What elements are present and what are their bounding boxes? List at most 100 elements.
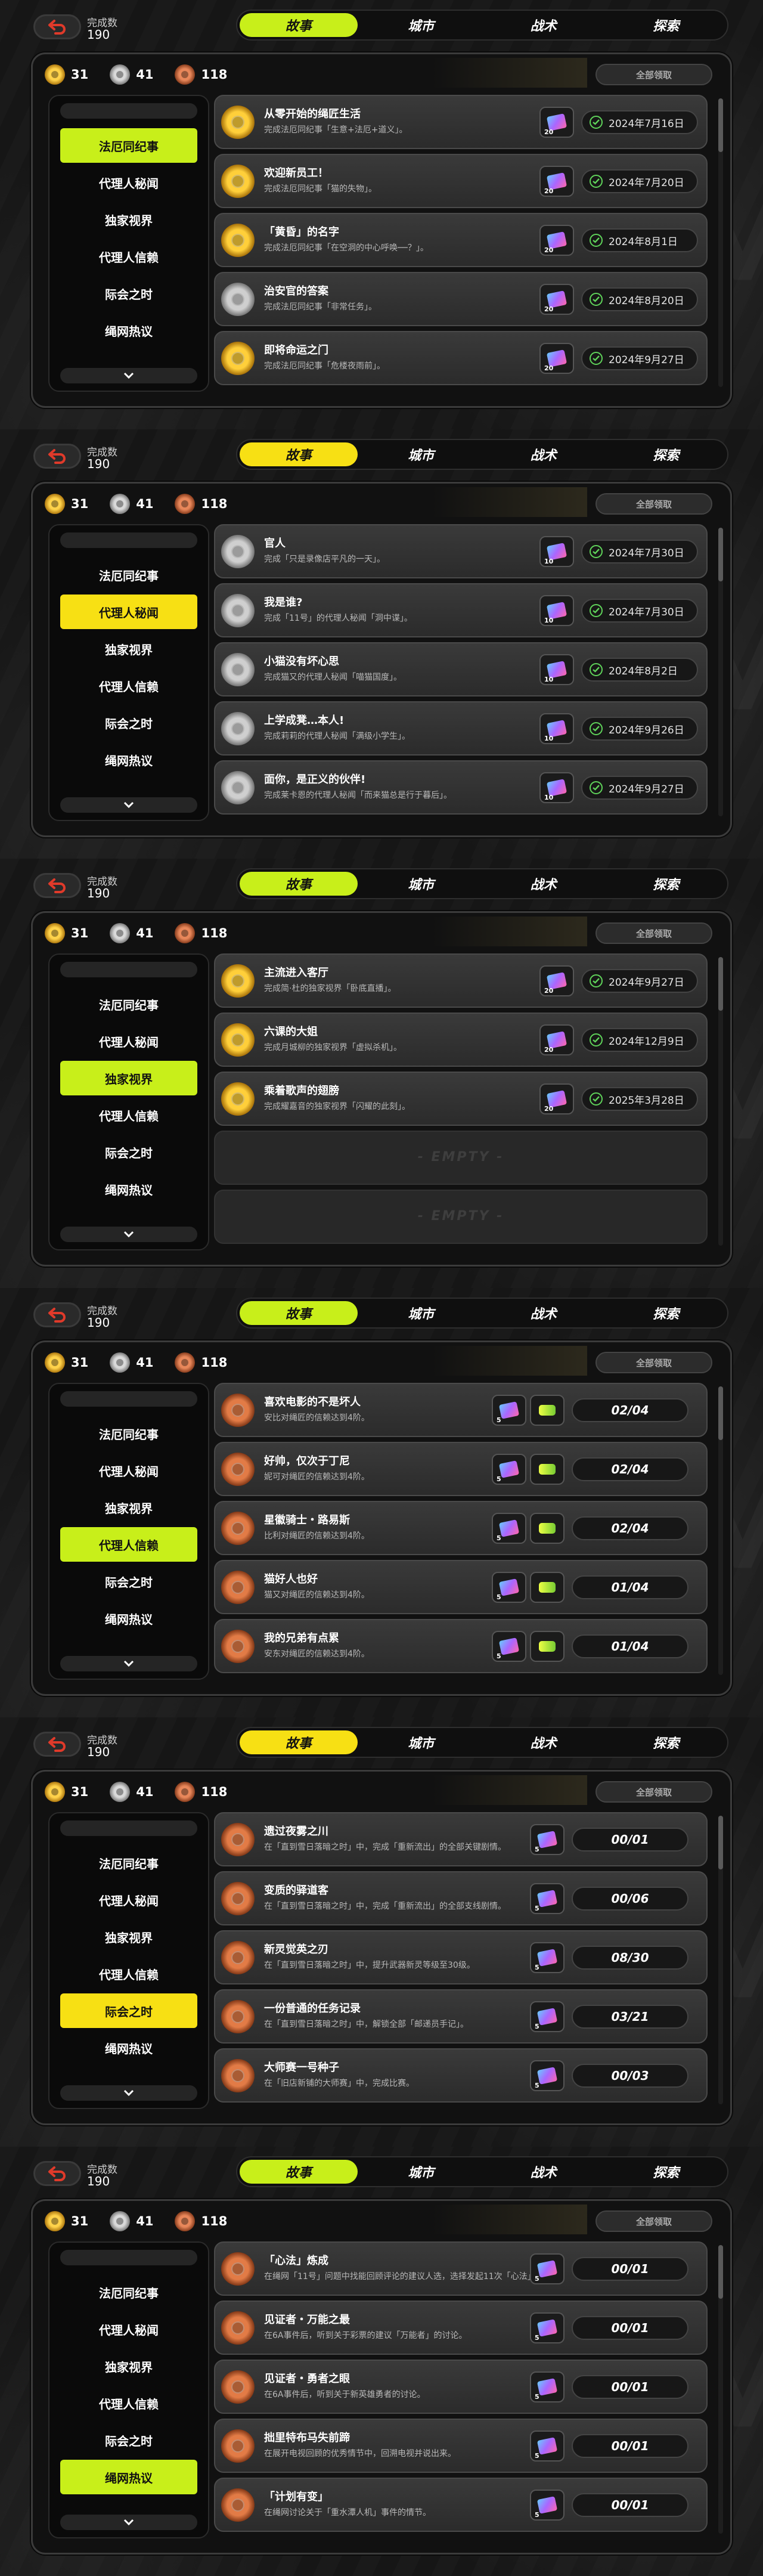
- achievement-row[interactable]: 「心法」炼成 在绳网「11号」问题中找能回顾评论的建议人选，选择发起11次「心法…: [214, 2241, 708, 2296]
- list-scrollbar[interactable]: [718, 1816, 723, 2104]
- sidebar-item-phaethon-chronicle[interactable]: 法厄同纪事: [60, 2275, 197, 2309]
- tab-tactics[interactable]: 战术: [482, 440, 605, 469]
- achievement-row[interactable]: 变质的驿道客 在「直到雪日落暗之时」中，完成「重新流出」的全部支线剧情。 5 0…: [214, 1871, 708, 1925]
- achievement-row[interactable]: 治安官的答案 完成法厄同纪事「非常任务」。 20 2024年8月20日: [214, 272, 708, 326]
- sidebar-item-agent-trust[interactable]: 代理人信赖: [60, 1098, 197, 1132]
- back-button[interactable]: [33, 1302, 81, 1327]
- achievement-row[interactable]: 拙里特布马失前蹄 在展开电视回顾的优秀情节中，回溯电视并说出来。 5 00/01: [214, 2419, 708, 2473]
- reward-item[interactable]: 20: [539, 1083, 574, 1114]
- sidebar-item-encounter-time[interactable]: 际会之时: [60, 276, 197, 311]
- sidebar-item-agent-trust[interactable]: 代理人信赖: [60, 239, 197, 274]
- sidebar-scroll-down[interactable]: [60, 1227, 197, 1242]
- sidebar-item-agent-trust[interactable]: 代理人信赖: [60, 1956, 197, 1991]
- achievement-row[interactable]: 一份普通的任务记录 在「直到雪日落暗之时」中，解锁全部「邮递员手记」。 5 03…: [214, 1989, 708, 2044]
- reward-item[interactable]: 10: [539, 713, 574, 744]
- claim-all-button[interactable]: 全部领取: [595, 1781, 712, 1803]
- tab-story[interactable]: 故事: [237, 2157, 360, 2186]
- reward-item[interactable]: [530, 1572, 565, 1603]
- reward-item[interactable]: [530, 1454, 565, 1485]
- achievement-row[interactable]: 乘着歌声的翅膀 完成耀嘉音的独家视界「闪耀的此刻」。 20 2025年3月28日: [214, 1072, 708, 1126]
- achievement-row[interactable]: 见证者・万能之最 在6A事件后，听到关于彩票的建议「万能者」的讨论。 5 00/…: [214, 2301, 708, 2355]
- tab-explore[interactable]: 探索: [605, 440, 728, 469]
- tab-tactics[interactable]: 战术: [482, 1728, 605, 1757]
- tab-explore[interactable]: 探索: [605, 11, 728, 39]
- sidebar-item-exclusive-view[interactable]: 独家视界: [60, 2349, 197, 2383]
- reward-item[interactable]: 20: [539, 166, 574, 197]
- reward-item[interactable]: 5: [492, 1454, 526, 1485]
- reward-item[interactable]: 5: [492, 1572, 526, 1603]
- sidebar-item-phaethon-chronicle[interactable]: 法厄同纪事: [60, 1846, 197, 1880]
- achievement-row[interactable]: 官人 完成「只是录像店平凡的一天」。 10 2024年7月30日: [214, 524, 708, 578]
- tab-explore[interactable]: 探索: [605, 1299, 728, 1327]
- tab-city[interactable]: 城市: [360, 1299, 483, 1327]
- sidebar-item-encounter-time[interactable]: 际会之时: [60, 705, 197, 740]
- reward-item[interactable]: 5: [492, 1395, 526, 1426]
- sidebar-scroll-up[interactable]: [60, 1820, 197, 1836]
- sidebar-item-phaethon-chronicle[interactable]: 法厄同纪事: [60, 1416, 197, 1451]
- reward-item[interactable]: 20: [539, 284, 574, 315]
- sidebar-item-agent-secrets[interactable]: 代理人秘闻: [60, 1024, 197, 1058]
- tab-story[interactable]: 故事: [237, 440, 360, 469]
- tab-story[interactable]: 故事: [237, 1728, 360, 1757]
- claim-all-button[interactable]: 全部领取: [595, 2210, 712, 2232]
- reward-item[interactable]: 10: [539, 595, 574, 626]
- tab-city[interactable]: 城市: [360, 2157, 483, 2186]
- achievement-row[interactable]: 上学成凳…本人! 完成莉莉的代理人秘闻「满级小学生」。 10 2024年9月26…: [214, 701, 708, 756]
- reward-item[interactable]: 10: [539, 536, 574, 567]
- sidebar-scroll-up[interactable]: [60, 103, 197, 119]
- reward-item[interactable]: 5: [492, 1631, 526, 1662]
- reward-item[interactable]: 5: [530, 2253, 565, 2284]
- tab-tactics[interactable]: 战术: [482, 1299, 605, 1327]
- achievement-row[interactable]: 猫好人也好 猫又对绳匠的信赖达到4阶。 5 01/04: [214, 1560, 708, 1614]
- achievement-row[interactable]: 欢迎新员工！ 完成法厄同纪事「猫的失物」。 20 2024年7月20日: [214, 154, 708, 208]
- tab-tactics[interactable]: 战术: [482, 869, 605, 898]
- sidebar-item-agent-secrets[interactable]: 代理人秘闻: [60, 1453, 197, 1488]
- sidebar-item-exclusive-view[interactable]: 独家视界: [60, 631, 197, 666]
- reward-item[interactable]: 5: [530, 1824, 565, 1855]
- list-scrollbar[interactable]: [718, 98, 723, 387]
- tab-city[interactable]: 城市: [360, 11, 483, 39]
- reward-item[interactable]: 20: [539, 965, 574, 996]
- reward-item[interactable]: 5: [530, 2060, 565, 2091]
- achievement-row[interactable]: 遗过夜雾之川 在「直到雪日落暗之时」中，完成「重新流出」的全部关键剧情。 5 0…: [214, 1812, 708, 1866]
- achievement-row[interactable]: 好帅，仅次于丁尼 妮可对绳匠的信赖达到4阶。 5 02/04: [214, 1442, 708, 1496]
- sidebar-scroll-down[interactable]: [60, 2515, 197, 2530]
- achievement-row[interactable]: 从零开始的绳匠生活 完成法厄同纪事「生意+法厄+道义」。 20 2024年7月1…: [214, 95, 708, 149]
- achievement-row[interactable]: 即将命运之门 完成法厄同纪事「危楼夜雨前」。 20 2024年9月27日: [214, 331, 708, 385]
- sidebar-scroll-up[interactable]: [60, 2250, 197, 2265]
- sidebar-item-phaethon-chronicle[interactable]: 法厄同纪事: [60, 128, 197, 163]
- achievement-row[interactable]: 我的兄弟有点累 安东对绳匠的信赖达到4阶。 5 01/04: [214, 1619, 708, 1673]
- reward-item[interactable]: [530, 1513, 565, 1544]
- achievement-row[interactable]: 大师赛一号种子 在「旧店新铺的大师赛」中，完成比赛。 5 00/03: [214, 2048, 708, 2103]
- sidebar-item-inknock-talk[interactable]: 绳网热议: [60, 742, 197, 777]
- sidebar-item-agent-secrets[interactable]: 代理人秘闻: [60, 595, 197, 629]
- sidebar-item-agent-trust[interactable]: 代理人信赖: [60, 668, 197, 703]
- reward-item[interactable]: 10: [539, 654, 574, 685]
- reward-item[interactable]: 20: [539, 343, 574, 374]
- sidebar-item-encounter-time[interactable]: 际会之时: [60, 1564, 197, 1599]
- reward-item[interactable]: 5: [530, 2001, 565, 2032]
- sidebar-item-inknock-talk[interactable]: 绳网热议: [60, 313, 197, 348]
- reward-item[interactable]: 5: [530, 2312, 565, 2343]
- reward-item[interactable]: 5: [530, 2431, 565, 2462]
- achievement-row[interactable]: 「黄昏」的名字 完成法厄同纪事「在空洞的中心呼唤──？」。 20 2024年8月…: [214, 213, 708, 267]
- sidebar-item-agent-secrets[interactable]: 代理人秘闻: [60, 2312, 197, 2346]
- sidebar-item-exclusive-view[interactable]: 独家视界: [60, 202, 197, 237]
- sidebar-item-agent-secrets[interactable]: 代理人秘闻: [60, 165, 197, 200]
- sidebar-item-agent-trust[interactable]: 代理人信赖: [60, 2386, 197, 2420]
- sidebar-scroll-down[interactable]: [60, 368, 197, 383]
- tab-city[interactable]: 城市: [360, 869, 483, 898]
- reward-item[interactable]: 5: [492, 1513, 526, 1544]
- tab-story[interactable]: 故事: [237, 869, 360, 898]
- sidebar-item-inknock-talk[interactable]: 绳网热议: [60, 2030, 197, 2065]
- list-scrollbar[interactable]: [718, 528, 723, 816]
- reward-item[interactable]: 5: [530, 1942, 565, 1973]
- sidebar-item-exclusive-view[interactable]: 独家视界: [60, 1061, 197, 1095]
- claim-all-button[interactable]: 全部领取: [595, 64, 712, 85]
- tab-city[interactable]: 城市: [360, 440, 483, 469]
- sidebar-item-inknock-talk[interactable]: 绳网热议: [60, 2460, 197, 2494]
- back-button[interactable]: [33, 14, 81, 39]
- tab-explore[interactable]: 探索: [605, 1728, 728, 1757]
- sidebar-item-exclusive-view[interactable]: 独家视界: [60, 1490, 197, 1525]
- sidebar-item-exclusive-view[interactable]: 独家视界: [60, 1919, 197, 1954]
